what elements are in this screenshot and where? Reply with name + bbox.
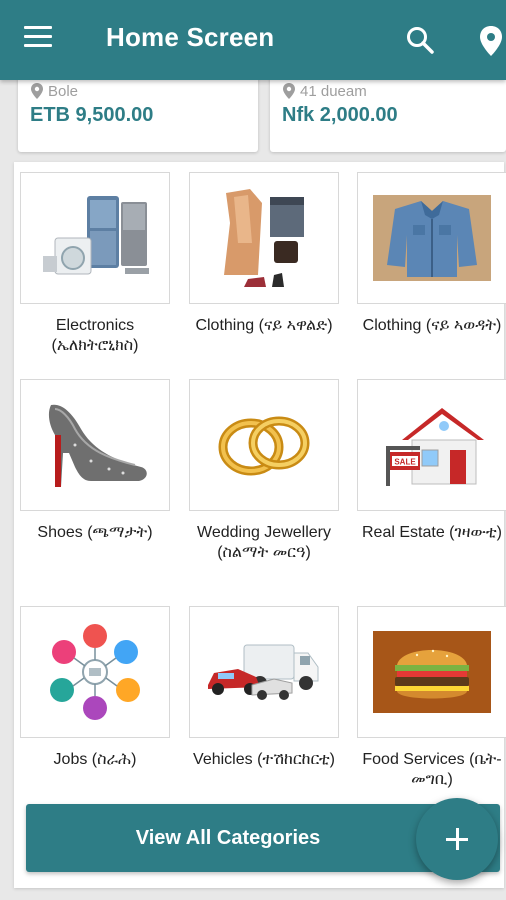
category-label: Food Services (ቤት-መግቢ) xyxy=(362,751,502,788)
svg-text:SALE: SALE xyxy=(394,458,416,467)
category-label: Shoes (ጫማታት) xyxy=(37,524,153,541)
jobs-image xyxy=(20,606,170,738)
listing-location: 41 dueam xyxy=(282,82,367,100)
location-pin-icon xyxy=(283,83,295,99)
category-womens-clothing[interactable]: Clothing (ናይ ኣዋልድ) xyxy=(189,172,339,336)
recent-listings: Bole ETB 9,500.00 41 dueam Nfk 2,000.00 xyxy=(0,70,506,156)
category-jobs[interactable]: Jobs (ስራሕ) xyxy=(20,606,170,770)
wedding-rings-image xyxy=(189,379,339,511)
category-label: Clothing (ናይ ኣዋልድ) xyxy=(195,317,333,334)
category-shoes[interactable]: Shoes (ጫማታት) xyxy=(20,379,170,543)
category-label: Clothing (ናይ ኣወዳት) xyxy=(362,317,502,334)
location-pin-icon xyxy=(31,83,43,99)
listing-card[interactable]: 41 dueam Nfk 2,000.00 xyxy=(270,70,506,152)
category-electronics[interactable]: Electronics (ኤለክትሮኒክስ) xyxy=(20,172,170,356)
add-listing-button[interactable] xyxy=(416,798,498,880)
menu-icon[interactable] xyxy=(24,26,58,54)
vehicles-image xyxy=(189,606,339,738)
category-mens-clothing[interactable]: Clothing (ናይ ኣወዳት) xyxy=(357,172,506,336)
app-bar: Home Screen xyxy=(0,0,506,80)
listing-price: Nfk 2,000.00 xyxy=(282,104,398,126)
page-title: Home Screen xyxy=(106,22,275,52)
category-food-services[interactable]: Food Services (ቤት-መግቢ) xyxy=(357,606,506,790)
house-for-sale-image: SALE xyxy=(357,379,506,511)
electronics-image xyxy=(20,172,170,304)
category-real-estate[interactable]: SALE Real Estate (ገዛውቲ) xyxy=(357,379,506,543)
category-label: Jobs (ስራሕ) xyxy=(53,751,137,768)
category-vehicles[interactable]: Vehicles (ተሽከርከርቲ) xyxy=(189,606,339,770)
category-wedding-jewellery[interactable]: Wedding Jewellery (ስልማት መርዓ) xyxy=(189,379,339,563)
category-label: Wedding Jewellery (ስልማት መርዓ) xyxy=(197,524,331,561)
food-burger-image xyxy=(357,606,506,738)
category-label: Vehicles (ተሽከርከርቲ) xyxy=(193,751,335,768)
category-label: Electronics (ኤለክትሮኒክስ) xyxy=(51,317,139,354)
listing-location: Bole xyxy=(30,82,78,100)
location-pin-icon[interactable] xyxy=(476,24,506,58)
listing-price: ETB 9,500.00 xyxy=(30,104,154,126)
listing-card[interactable]: Bole ETB 9,500.00 xyxy=(18,70,258,152)
womens-clothing-image xyxy=(189,172,339,304)
mens-clothing-image xyxy=(357,172,506,304)
search-icon[interactable] xyxy=(404,24,438,58)
shoes-image xyxy=(20,379,170,511)
category-label: Real Estate (ገዛውቲ) xyxy=(362,524,502,541)
